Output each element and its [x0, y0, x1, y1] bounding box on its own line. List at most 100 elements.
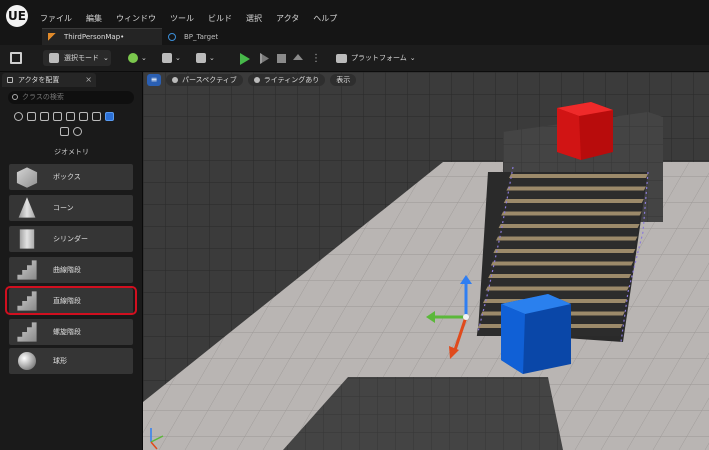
tab-bp-target[interactable]: BP_Target	[162, 28, 242, 45]
stair-riser	[497, 228, 638, 236]
select-mode-icon	[49, 53, 59, 63]
cinematic-icon[interactable]	[53, 112, 62, 121]
viewport-toolbar: ≡ パースペクティブ ライティングあり 表示	[147, 74, 357, 86]
chevron-down-icon: ⌄	[103, 54, 109, 62]
tab-label: BP_Target	[184, 32, 219, 41]
more-options-icon[interactable]: ⋮	[311, 50, 321, 66]
menu-file[interactable]: ファイル	[40, 13, 72, 24]
stair-tread	[493, 249, 636, 253]
basic-icon[interactable]	[27, 112, 36, 121]
platform-icon	[336, 53, 347, 63]
menu-help[interactable]: ヘルプ	[313, 13, 337, 24]
eject-icon[interactable]	[293, 54, 303, 60]
red-cube[interactable]	[557, 102, 613, 160]
platform-label: プラットフォーム	[351, 54, 407, 62]
lights-icon[interactable]	[40, 112, 49, 121]
list-item-curved-stairs[interactable]: 曲線階段	[9, 257, 133, 283]
stop-icon[interactable]	[277, 54, 286, 63]
main-menu: ファイル 編集 ウィンドウ ツール ビルド 選択 アクタ ヘルプ	[40, 13, 351, 24]
menu-window[interactable]: ウィンドウ	[116, 13, 156, 24]
more-categories-icon[interactable]	[73, 127, 82, 136]
clapper-icon	[196, 53, 206, 63]
stair-tread	[496, 236, 638, 241]
item-label: コーン	[53, 204, 74, 212]
geometry-icon[interactable]	[105, 112, 114, 121]
camera-icon	[172, 77, 178, 83]
menu-build[interactable]: ビルド	[208, 13, 232, 24]
recent-icon[interactable]	[14, 112, 23, 121]
panel-title: アクタを配置	[18, 76, 60, 84]
lighting-button[interactable]: ライティングあり	[247, 74, 326, 86]
chevron-down-icon: ⌄	[209, 54, 215, 62]
place-actors-icon	[7, 77, 13, 83]
volumes-icon[interactable]	[79, 112, 88, 121]
item-label: 球形	[53, 357, 67, 365]
select-mode-dropdown[interactable]: 選択モード ⌄	[43, 50, 111, 66]
search-placeholder: クラスの検索	[22, 93, 64, 101]
unreal-logo-icon: UE	[6, 5, 28, 27]
menu-actor[interactable]: アクタ	[276, 13, 299, 24]
lighting-icon	[253, 77, 260, 83]
stair-tread	[509, 174, 648, 178]
cylinder-icon	[19, 229, 35, 249]
close-icon[interactable]: ×	[85, 75, 92, 84]
step-icon[interactable]	[260, 53, 269, 64]
add-content-button[interactable]: ⌄	[128, 50, 147, 66]
level-viewport[interactable]: ≡ パースペクティブ ライティングあり 表示	[143, 72, 709, 450]
menu-bar: UE ファイル 編集 ウィンドウ ツール ビルド 選択 アクタ ヘルプ	[0, 0, 709, 30]
selection-highlight-annotation	[5, 286, 137, 315]
sphere-icon	[18, 352, 36, 370]
shapes-icon[interactable]	[60, 127, 69, 136]
list-item-box[interactable]: ボックス	[9, 164, 133, 190]
blue-cube[interactable]	[501, 294, 571, 374]
stair-tread	[490, 261, 634, 266]
stair-tread	[503, 199, 644, 203]
stair-riser	[495, 240, 636, 249]
level-icon	[48, 33, 56, 41]
stair-tread	[501, 211, 642, 216]
stair-riser	[487, 278, 630, 286]
stair-riser	[492, 253, 634, 261]
chevron-down-icon: ⌄	[409, 54, 416, 62]
stair-tread	[485, 286, 630, 291]
tab-thirdpersonmap[interactable]: ThirdPersonMap•	[42, 28, 162, 45]
cinematics-button[interactable]: ⌄	[196, 50, 215, 66]
chevron-down-icon: ⌄	[175, 54, 181, 62]
save-icon[interactable]	[10, 52, 22, 64]
viewport-scene	[143, 72, 709, 450]
document-tab-bar: ThirdPersonMap• BP_Target	[0, 28, 709, 45]
viewport-menu-icon[interactable]: ≡	[147, 74, 161, 86]
stair-riser	[508, 178, 646, 186]
menu-edit[interactable]: 編集	[86, 13, 102, 24]
category-label: ジオメトリ	[54, 148, 89, 156]
list-item-cone[interactable]: コーン	[9, 195, 133, 221]
list-item-spiral-stairs[interactable]: 螺旋階段	[9, 319, 133, 345]
stair-riser	[484, 290, 628, 299]
visual-effects-icon[interactable]	[66, 112, 75, 121]
panel-tab-place-actors[interactable]: アクタを配置 ×	[2, 73, 96, 87]
blueprint-button[interactable]: ⌄	[162, 50, 181, 66]
list-item-cylinder[interactable]: シリンダー	[9, 226, 133, 252]
stair-tread	[506, 186, 646, 191]
place-actors-panel: アクタを配置 × クラスの検索 ジオメトリ ボックス コーン シリンダー 曲線階…	[0, 72, 143, 450]
platform-dropdown[interactable]: プラットフォーム ⌄	[336, 50, 416, 66]
show-button[interactable]: 表示	[330, 74, 357, 86]
item-label: シリンダー	[53, 235, 88, 243]
stair-tread	[498, 224, 640, 228]
item-label: 螺旋階段	[53, 328, 81, 336]
stair-riser	[505, 190, 644, 199]
stair-riser	[500, 215, 640, 224]
stair-riser	[489, 265, 632, 274]
all-classes-icon[interactable]	[92, 112, 101, 121]
list-item-sphere[interactable]: 球形	[9, 348, 133, 374]
main-toolbar: 選択モード ⌄ ⌄ ⌄ ⌄ ⋮ プラットフォーム ⌄	[0, 45, 709, 72]
play-icon[interactable]	[240, 53, 250, 65]
menu-select[interactable]: 選択	[246, 13, 262, 24]
category-icons	[14, 112, 114, 121]
select-mode-label: 選択モード	[64, 54, 99, 62]
spiral-stairs-icon	[17, 322, 37, 342]
perspective-button[interactable]: パースペクティブ	[166, 74, 243, 86]
class-search-input[interactable]: クラスの検索	[8, 91, 134, 104]
menu-tools[interactable]: ツール	[170, 13, 194, 24]
stair-riser	[502, 203, 642, 211]
